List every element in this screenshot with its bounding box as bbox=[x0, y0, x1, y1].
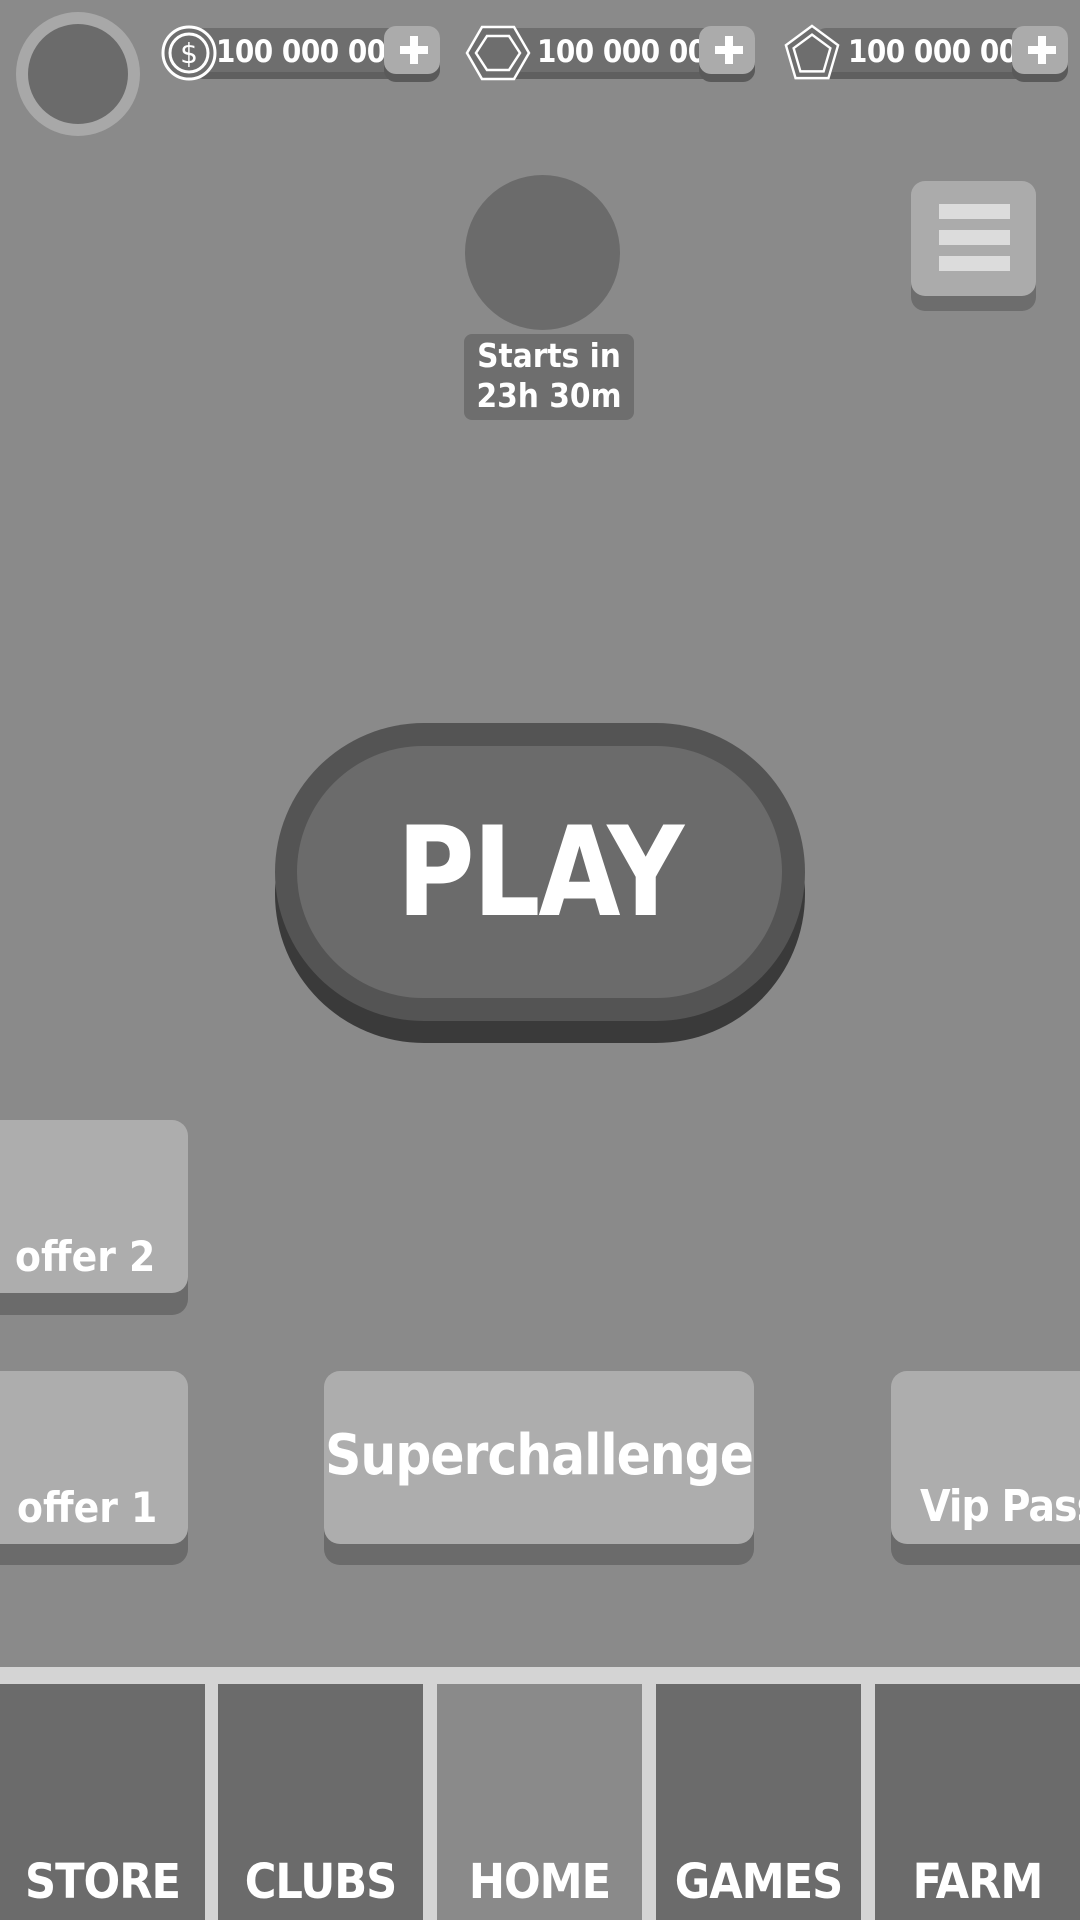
coins-value: 100 000 000 bbox=[216, 34, 405, 70]
pentagon-gems-value: 100 000 000 bbox=[848, 34, 1037, 70]
offer-1-label: offer 1 bbox=[17, 1483, 158, 1532]
currency-coins: $ 100 000 000 bbox=[160, 25, 444, 92]
add-pentagon-gems-button[interactable] bbox=[1012, 26, 1068, 82]
hex-gems-value: 100 000 000 bbox=[537, 34, 726, 70]
play-label: PLAY bbox=[396, 799, 684, 945]
event-timer-line2: 23h 30m bbox=[476, 376, 622, 415]
nav-tab-home-label: HOME bbox=[468, 1854, 611, 1910]
nav-tab-clubs-label: CLUBS bbox=[244, 1854, 398, 1910]
vip-pass-tile[interactable]: Vip Pass bbox=[891, 1371, 1080, 1544]
menu-button[interactable] bbox=[911, 181, 1036, 296]
avatar[interactable] bbox=[16, 12, 140, 136]
plus-icon bbox=[699, 26, 755, 74]
plus-icon bbox=[384, 26, 440, 74]
nav-tab-store[interactable]: STORE bbox=[0, 1684, 205, 1920]
superchallenge-label: Superchallenge bbox=[325, 1423, 754, 1488]
nav-tab-farm[interactable]: FARM bbox=[875, 1684, 1080, 1920]
nav-tab-games[interactable]: GAMES bbox=[656, 1684, 861, 1920]
superchallenge-tile[interactable]: Superchallenge bbox=[324, 1371, 754, 1544]
avatar-image bbox=[28, 24, 128, 124]
nav-tab-games-label: GAMES bbox=[674, 1854, 843, 1910]
event-timer-line1: Starts in bbox=[477, 336, 621, 375]
svg-text:$: $ bbox=[180, 37, 198, 70]
hexagon-gem-icon bbox=[465, 25, 531, 81]
nav-tab-home[interactable]: HOME bbox=[437, 1684, 642, 1920]
offer-1-tile[interactable]: offer 1 bbox=[0, 1371, 188, 1544]
nav-tab-clubs[interactable]: CLUBS bbox=[218, 1684, 423, 1920]
offer-2-tile[interactable]: offer 2 bbox=[0, 1120, 188, 1293]
plus-icon bbox=[1012, 26, 1068, 74]
vip-pass-label: Vip Pass bbox=[920, 1481, 1080, 1532]
nav-tab-store-label: STORE bbox=[24, 1854, 181, 1910]
offer-2-label: offer 2 bbox=[15, 1232, 156, 1281]
nav-tab-farm-label: FARM bbox=[912, 1854, 1044, 1910]
event-timer: Starts in 23h 30m bbox=[464, 334, 634, 420]
pentagon-gem-icon bbox=[784, 24, 840, 80]
currency-pentagon-gems: 100 000 000 bbox=[782, 24, 1072, 92]
currency-hex-gems: 100 000 000 bbox=[465, 25, 759, 92]
add-hex-gems-button[interactable] bbox=[699, 26, 755, 82]
event-icon[interactable] bbox=[465, 175, 620, 330]
dollar-coin-icon: $ bbox=[161, 25, 217, 81]
play-button-face[interactable]: PLAY bbox=[297, 746, 782, 998]
add-coins-button[interactable] bbox=[384, 26, 440, 82]
